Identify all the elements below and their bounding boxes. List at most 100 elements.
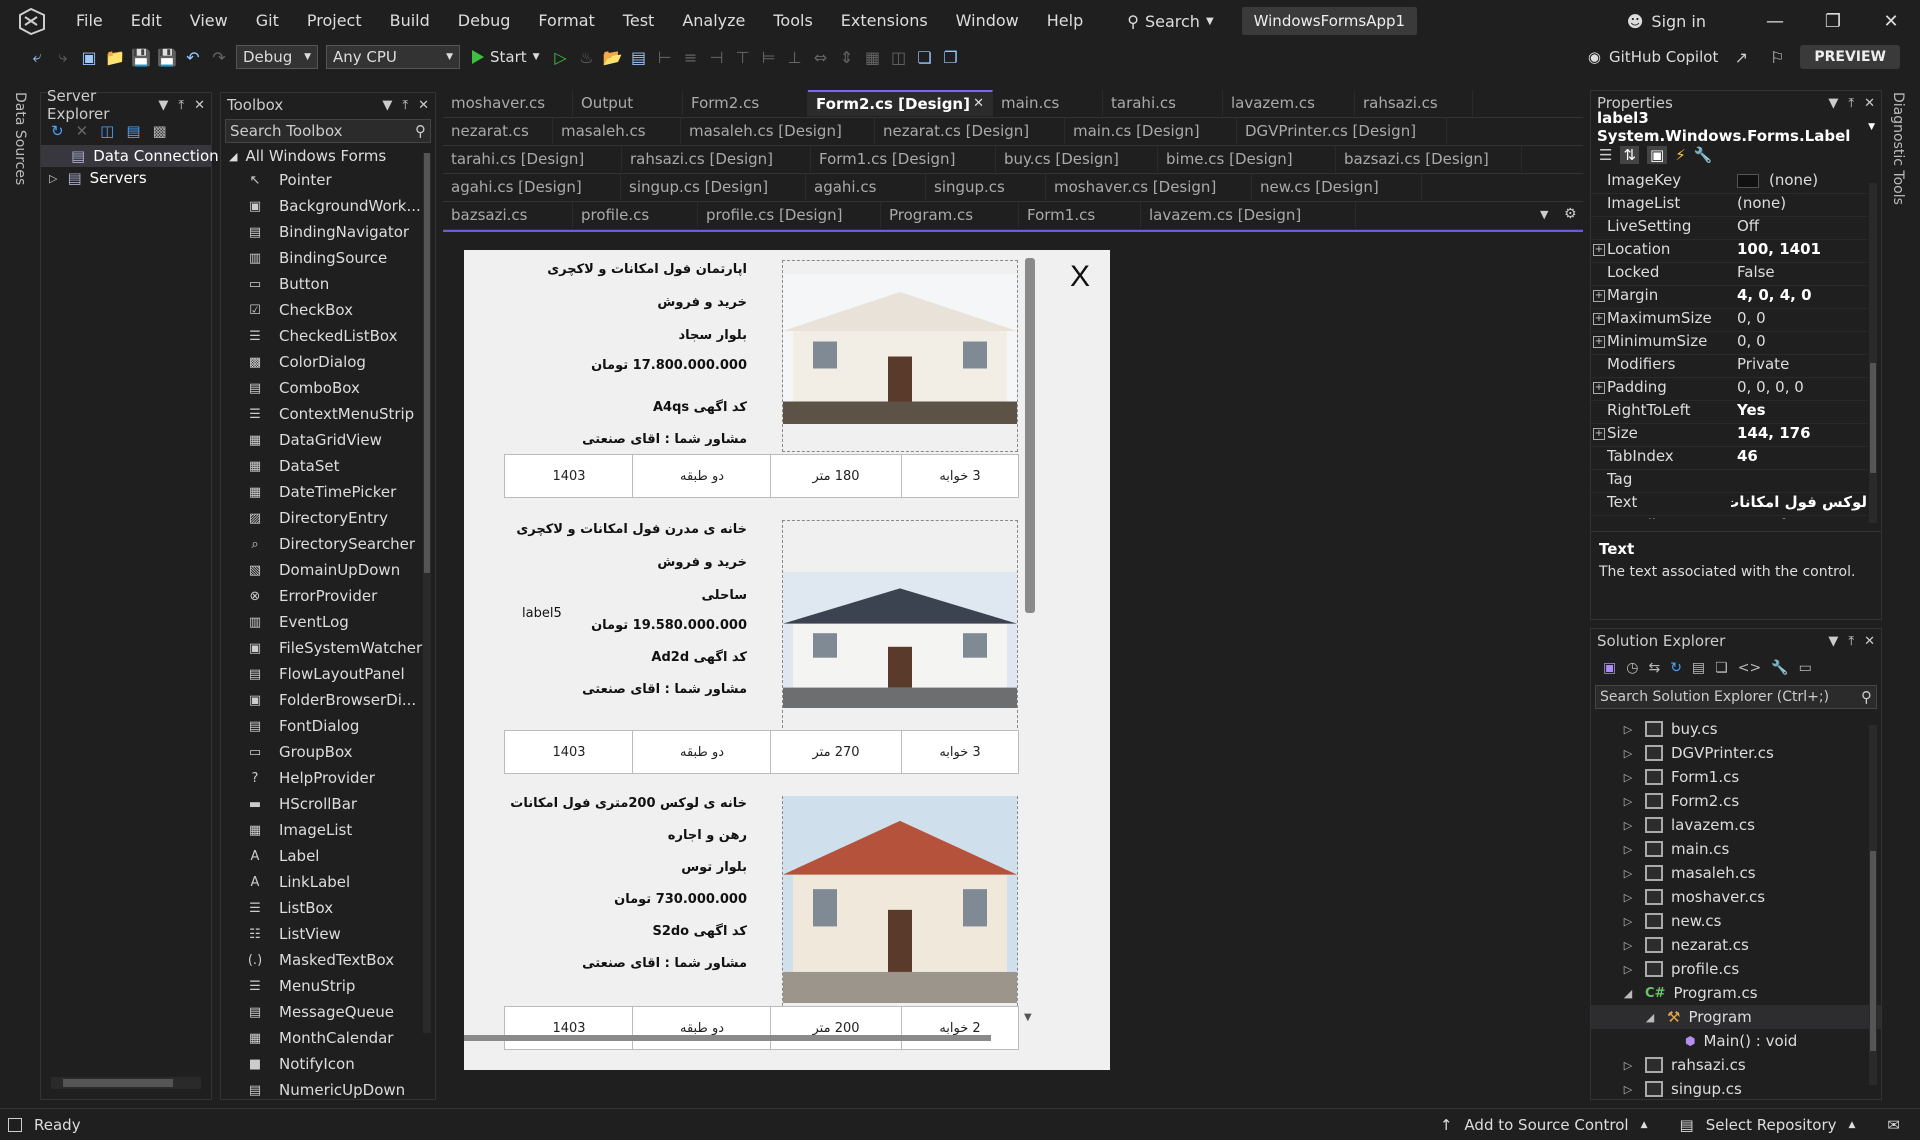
form2-design[interactable]: X اپارتمان فول امکانات و لاکچری خرید و فر… bbox=[464, 250, 1110, 1070]
doc-tab[interactable]: moshaver.cs bbox=[443, 90, 573, 116]
doc-tab[interactable]: lavazem.cs [Design] bbox=[1141, 202, 1356, 228]
toolbox-item[interactable]: ▤ FontDialog bbox=[221, 713, 435, 739]
property-row[interactable]: LiveSetting Off bbox=[1591, 217, 1867, 240]
menu-item-build[interactable]: Build bbox=[376, 0, 444, 42]
toolbox-item[interactable]: ▦ ImageList bbox=[221, 817, 435, 843]
property-row[interactable]: Modifiers Private bbox=[1591, 355, 1867, 378]
property-row[interactable]: + Location 100, 1401 bbox=[1591, 240, 1867, 263]
property-row[interactable]: Tag bbox=[1591, 470, 1867, 493]
history-icon[interactable]: ◷ bbox=[1626, 660, 1638, 676]
toolbox-item[interactable]: ■ NotifyIcon bbox=[221, 1051, 435, 1077]
close-icon[interactable]: ✕ bbox=[418, 98, 429, 113]
solution-item[interactable]: ▷ DGVPrinter.cs bbox=[1591, 741, 1881, 765]
property-photo[interactable] bbox=[783, 796, 1017, 1003]
preview-badge[interactable]: PREVIEW bbox=[1800, 45, 1900, 69]
align-bottom-icon[interactable]: ⊥ bbox=[782, 44, 808, 70]
connect-server-icon[interactable]: ▤ bbox=[126, 122, 140, 140]
back-icon[interactable]: ⤶ bbox=[24, 44, 50, 70]
solution-item[interactable]: ◢ ⚒ Program bbox=[1591, 1005, 1881, 1029]
property-row[interactable]: Text لوکس فول امکانات bbox=[1591, 493, 1867, 516]
collapse-arrow-icon[interactable]: ◢ bbox=[1621, 987, 1635, 1000]
sharepoint-icon[interactable]: ▩ bbox=[153, 122, 167, 140]
expand-arrow-icon[interactable]: ▷ bbox=[1621, 1083, 1635, 1096]
menu-item-tools[interactable]: Tools bbox=[759, 0, 826, 42]
form-vertical-scrollbar[interactable] bbox=[1025, 258, 1035, 613]
notification-bell-icon[interactable]: ✉ bbox=[1887, 1116, 1900, 1134]
expand-arrow-icon[interactable]: ▷ bbox=[1621, 1059, 1635, 1072]
property-row[interactable]: ImageList (none) bbox=[1591, 194, 1867, 217]
toolbox-item[interactable]: ☰ CheckedListBox bbox=[221, 323, 435, 349]
toolbox-item[interactable]: ▤ MessageQueue bbox=[221, 999, 435, 1025]
expand-arrow-icon[interactable]: ▷ bbox=[49, 172, 57, 185]
property-row[interactable]: TextAlign TopLeft bbox=[1591, 516, 1867, 519]
expand-arrow-icon[interactable]: ▷ bbox=[1621, 723, 1635, 736]
restore-button[interactable]: ❐ bbox=[1804, 11, 1862, 32]
horizontal-scrollbar[interactable] bbox=[51, 1077, 201, 1089]
expand-plus-icon[interactable]: + bbox=[1593, 313, 1605, 325]
toolbox-item[interactable]: ▣ FolderBrowserDi... bbox=[221, 687, 435, 713]
sign-in-button[interactable]: ☻ Sign in bbox=[1627, 12, 1706, 31]
align-center-icon[interactable]: ≡ bbox=[678, 44, 704, 70]
collapse-arrow-icon[interactable]: ◢ bbox=[1643, 1011, 1657, 1024]
expand-plus-icon[interactable]: + bbox=[1593, 336, 1605, 348]
align-right-icon[interactable]: ⊣ bbox=[704, 44, 730, 70]
search-menu-button[interactable]: ⚲ Search ▼ bbox=[1117, 12, 1223, 31]
open-folder-icon[interactable]: 📁 bbox=[102, 44, 128, 70]
property-row[interactable]: ImageKey (none) bbox=[1591, 171, 1867, 194]
vs-logo-icon[interactable] bbox=[12, 6, 52, 36]
doc-tab[interactable]: singup.cs bbox=[926, 174, 1046, 200]
close-window-button[interactable]: ✕ bbox=[1862, 11, 1920, 32]
toolbox-item[interactable]: ⌕ DirectorySearcher bbox=[221, 531, 435, 557]
save-icon[interactable]: 💾 bbox=[128, 44, 154, 70]
doc-tab[interactable]: nezarat.cs [Design] bbox=[875, 118, 1065, 144]
expand-plus-icon[interactable]: + bbox=[1593, 244, 1605, 256]
chevron-down-icon[interactable]: ▼ bbox=[1828, 634, 1838, 649]
expand-arrow-icon[interactable]: ▷ bbox=[1621, 891, 1635, 904]
alphabetical-icon[interactable]: ⇅ bbox=[1620, 146, 1640, 164]
align-left-icon[interactable]: ⊢ bbox=[652, 44, 678, 70]
expand-arrow-icon[interactable]: ▷ bbox=[1621, 843, 1635, 856]
size-to-grid-icon[interactable]: ▦ bbox=[860, 44, 886, 70]
menu-item-analyze[interactable]: Analyze bbox=[668, 0, 759, 42]
sync-icon[interactable]: ⇆ bbox=[1648, 660, 1660, 676]
server-tree-item[interactable]: ▷ ▤ Servers bbox=[41, 167, 211, 189]
property-value[interactable]: 100, 1401 bbox=[1731, 240, 1867, 262]
toolbox-search-input[interactable]: Search Toolbox ⚲ bbox=[225, 119, 431, 143]
toolbox-item[interactable]: ▥ EventLog bbox=[221, 609, 435, 635]
categorized-icon[interactable]: ☰ bbox=[1599, 146, 1612, 164]
solution-search-input[interactable]: Search Solution Explorer (Ctrl+;) ⚲ bbox=[1595, 685, 1877, 709]
toolbox-item[interactable]: ▭ Button bbox=[221, 271, 435, 297]
doc-tab[interactable]: main.cs [Design] bbox=[1065, 118, 1237, 144]
doc-tab[interactable]: buy.cs [Design] bbox=[996, 146, 1158, 172]
property-row[interactable]: + MaximumSize 0, 0 bbox=[1591, 309, 1867, 332]
solution-item[interactable]: ▷ masaleh.cs bbox=[1591, 861, 1881, 885]
start-without-debugging-icon[interactable]: ▷ bbox=[548, 44, 574, 70]
make-same-height-icon[interactable]: ⇕ bbox=[834, 44, 860, 70]
toolbox-item[interactable]: ▬ HScrollBar bbox=[221, 791, 435, 817]
solution-scrollbar[interactable] bbox=[1869, 725, 1877, 1085]
expand-arrow-icon[interactable]: ▷ bbox=[1621, 771, 1635, 784]
scroll-down-icon[interactable]: ▼ bbox=[1024, 1012, 1032, 1023]
switch-views-icon[interactable]: ▣ bbox=[1603, 660, 1616, 676]
menu-item-project[interactable]: Project bbox=[293, 0, 376, 42]
property-value[interactable]: Off bbox=[1731, 217, 1867, 239]
spacing-icon[interactable]: ◫ bbox=[886, 44, 912, 70]
redo-icon[interactable]: ↷ bbox=[206, 44, 232, 70]
doc-tab[interactable]: masaleh.cs [Design] bbox=[681, 118, 875, 144]
doc-tab[interactable]: tarahi.cs bbox=[1103, 90, 1223, 116]
chevron-down-icon[interactable]: ▼ bbox=[382, 98, 392, 113]
connect-database-icon[interactable]: ◫ bbox=[100, 122, 114, 140]
align-middle-icon[interactable]: ⊨ bbox=[756, 44, 782, 70]
solution-item[interactable]: ▷ buy.cs bbox=[1591, 717, 1881, 741]
platform-select[interactable]: Any CPU ▼ bbox=[326, 45, 460, 69]
menu-item-extensions[interactable]: Extensions bbox=[827, 0, 942, 42]
expand-arrow-icon[interactable]: ▷ bbox=[1621, 867, 1635, 880]
property-value[interactable]: 144, 176 bbox=[1731, 424, 1867, 446]
doc-tab[interactable]: agahi.cs bbox=[806, 174, 926, 200]
solution-item[interactable]: ▷ Form2.cs bbox=[1591, 789, 1881, 813]
expand-plus-icon[interactable]: + bbox=[1593, 428, 1605, 440]
expand-arrow-icon[interactable]: ▷ bbox=[1621, 939, 1635, 952]
doc-tab[interactable]: Form1.cs bbox=[1019, 202, 1141, 228]
collapse-all-icon[interactable]: ▤ bbox=[1692, 660, 1705, 676]
property-row[interactable]: TabIndex 46 bbox=[1591, 447, 1867, 470]
